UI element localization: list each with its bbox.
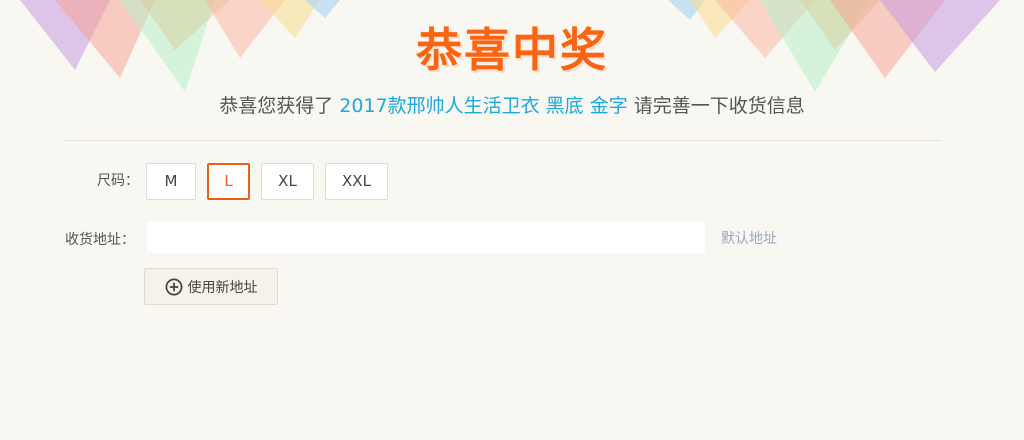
default-address-link[interactable]: 默认地址 [721, 229, 777, 249]
plus-circle-icon [165, 278, 183, 296]
size-option-xl[interactable]: XL [261, 163, 314, 200]
prize-message: 恭喜您获得了 2017款邢帅人生活卫衣 黑底 金字 请完善一下收货信息 [0, 92, 1024, 120]
divider [65, 140, 940, 141]
address-label: 收货地址： [65, 232, 135, 248]
decor-shape [668, 0, 705, 20]
prize-claim-page: 恭喜中奖 恭喜您获得了 2017款邢帅人生活卫衣 黑底 金字 请完善一下收货信息… [0, 0, 1024, 440]
prize-message-suffix: 请完善一下收货信息 [627, 95, 805, 117]
size-option-xxl[interactable]: XXL [325, 163, 388, 200]
prize-message-prefix: 恭喜您获得了 [219, 95, 340, 117]
decor-shape [305, 0, 340, 18]
use-new-address-label: 使用新地址 [187, 279, 258, 296]
use-new-address-button[interactable]: 使用新地址 [144, 268, 278, 305]
page-title: 恭喜中奖 [416, 23, 608, 77]
prize-name: 2017款邢帅人生活卫衣 黑底 金字 [339, 95, 628, 117]
size-option-l[interactable]: L [207, 163, 250, 200]
address-input[interactable] [147, 222, 705, 253]
size-option-m[interactable]: M [146, 163, 196, 200]
size-label: 尺码： [97, 173, 139, 189]
